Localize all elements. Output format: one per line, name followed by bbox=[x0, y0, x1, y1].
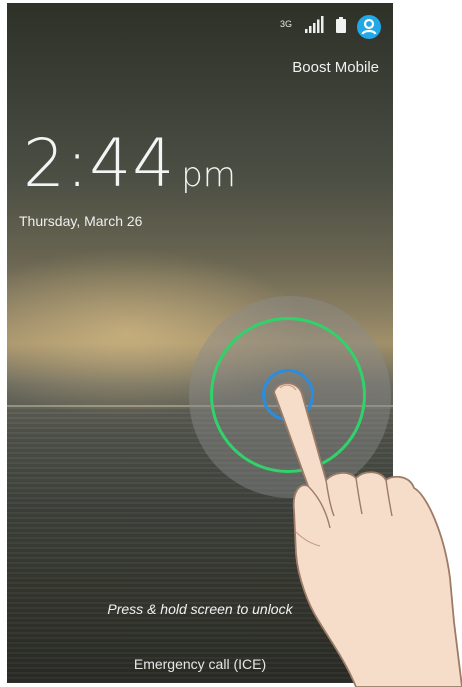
battery-icon bbox=[336, 17, 346, 33]
date-label: Thursday, March 26 bbox=[19, 213, 143, 229]
carrier-name: Boost Mobile bbox=[292, 59, 379, 76]
clock-ampm: pm bbox=[181, 155, 236, 195]
clock: 2:44 pm bbox=[23, 131, 236, 197]
user-icon[interactable] bbox=[357, 15, 381, 39]
signal-icon bbox=[305, 16, 324, 33]
clock-time: 2:44 bbox=[23, 125, 176, 202]
pointing-hand-illustration bbox=[273, 382, 462, 687]
network-type: 3G bbox=[280, 19, 293, 29]
